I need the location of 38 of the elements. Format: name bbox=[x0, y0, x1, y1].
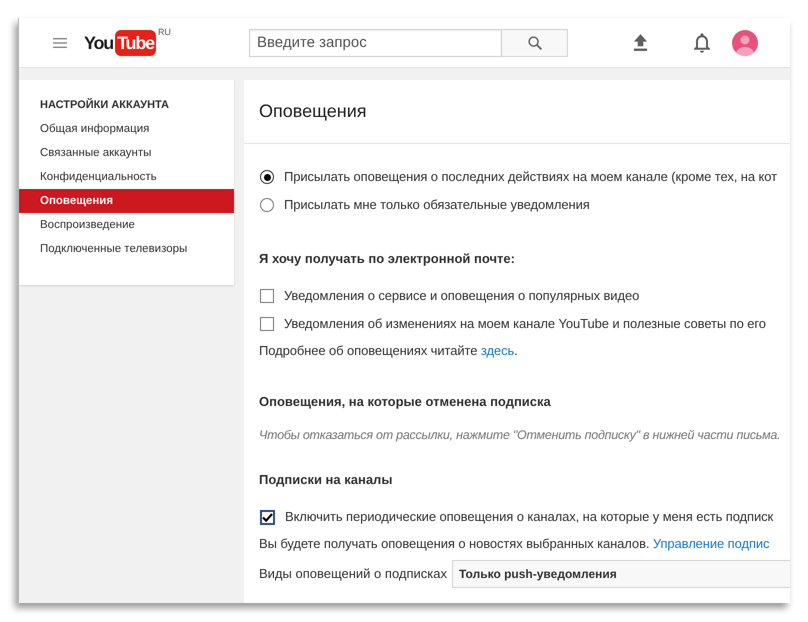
option-label: Уведомления об изменениях на моем канале YouTube и полезные советы по его bbox=[284, 315, 766, 334]
link[interactable]: здесь bbox=[480, 343, 514, 358]
info-text: Вы будете получать оповещения о новостях выбранных каналов. Управление подпис bbox=[259, 535, 770, 553]
radio-button[interactable] bbox=[260, 170, 274, 184]
checkbox[interactable] bbox=[260, 289, 274, 303]
notification-bell-icon[interactable] bbox=[694, 32, 710, 52]
option-label: Присылать оповещения о последних действиях на моем канале (кроме тех, на кот bbox=[284, 168, 777, 186]
sidebar-item[interactable]: Воспроизведение bbox=[19, 213, 234, 237]
search-field[interactable]: Введите запрос bbox=[249, 28, 502, 56]
notification-type-select[interactable]: Только push-уведомления bbox=[452, 560, 790, 588]
help-text: Подробнее об оповещениях читайте здесь. bbox=[259, 342, 518, 360]
logo-wordmark[interactable]: You bbox=[84, 30, 114, 54]
upload-icon[interactable] bbox=[633, 34, 648, 51]
page-title: Оповещения bbox=[259, 100, 366, 123]
option-label: Уведомления о сервисе и оповещения о популярных видео bbox=[284, 287, 640, 306]
option-label: Присылать мне только обязательные уведомления bbox=[284, 196, 590, 214]
sidebar-item[interactable]: Конфиденциальность bbox=[19, 165, 234, 189]
menu-icon[interactable] bbox=[53, 38, 67, 48]
section-heading: Оповещения, на которые отменена подписка bbox=[259, 393, 551, 411]
avatar-icon[interactable] bbox=[732, 30, 758, 56]
sidebar-item[interactable]: Общая информация bbox=[19, 117, 234, 141]
region-label: RU bbox=[158, 26, 171, 38]
section-heading: Подписки на каналы bbox=[259, 471, 392, 489]
link[interactable]: Управление подпис bbox=[652, 536, 770, 551]
sidebar-heading: НАСТРОЙКИ АККАУНТА bbox=[39, 97, 170, 113]
hint-text: Чтобы отказаться от рассылки, нажмите "Отменить подписку" в нижней части письма. bbox=[259, 427, 780, 444]
search-icon bbox=[528, 36, 542, 50]
checkbox[interactable] bbox=[260, 510, 275, 524]
section-heading: Я хочу получать по электронной почте: bbox=[259, 250, 515, 268]
sidebar-item[interactable]: Связанные аккаунты bbox=[19, 141, 234, 165]
sidebar-item[interactable]: Подключенные телевизоры bbox=[19, 237, 234, 261]
option-label: Включить периодические оповещения о каналах, на которые у меня есть подписк bbox=[285, 508, 774, 526]
sidebar-item[interactable]: Оповещения bbox=[19, 189, 234, 213]
logo-tile[interactable]: Tube bbox=[115, 30, 156, 56]
search-button[interactable] bbox=[502, 28, 568, 56]
radio-button[interactable] bbox=[260, 198, 274, 212]
field-label: Виды оповещений о подписках bbox=[259, 565, 447, 584]
checkbox[interactable] bbox=[260, 317, 274, 331]
